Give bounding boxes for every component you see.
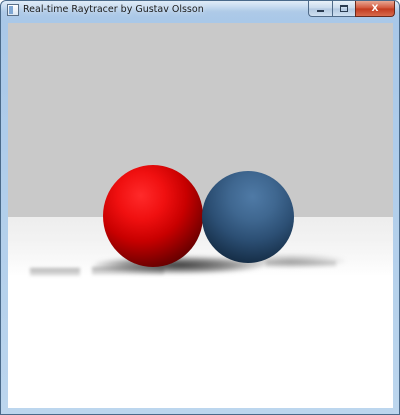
blue-sphere xyxy=(202,171,294,263)
window-title: Real-time Raytracer by Gustav Olsson xyxy=(23,4,204,15)
title-bar[interactable]: Real-time Raytracer by Gustav Olsson X xyxy=(1,1,399,21)
floor-shadow-left xyxy=(30,268,80,276)
minimize-button[interactable] xyxy=(308,1,332,17)
close-icon: X xyxy=(371,3,379,14)
maximize-icon xyxy=(340,5,348,12)
caption-buttons: X xyxy=(308,1,395,17)
close-button[interactable]: X xyxy=(355,1,395,17)
maximize-button[interactable] xyxy=(332,1,355,17)
scene-wall xyxy=(8,23,393,217)
app-window: Real-time Raytracer by Gustav Olsson X xyxy=(0,0,400,415)
render-viewport[interactable] xyxy=(8,23,393,408)
red-sphere xyxy=(103,165,203,267)
minimize-icon xyxy=(317,10,324,12)
application-icon[interactable] xyxy=(7,4,19,16)
